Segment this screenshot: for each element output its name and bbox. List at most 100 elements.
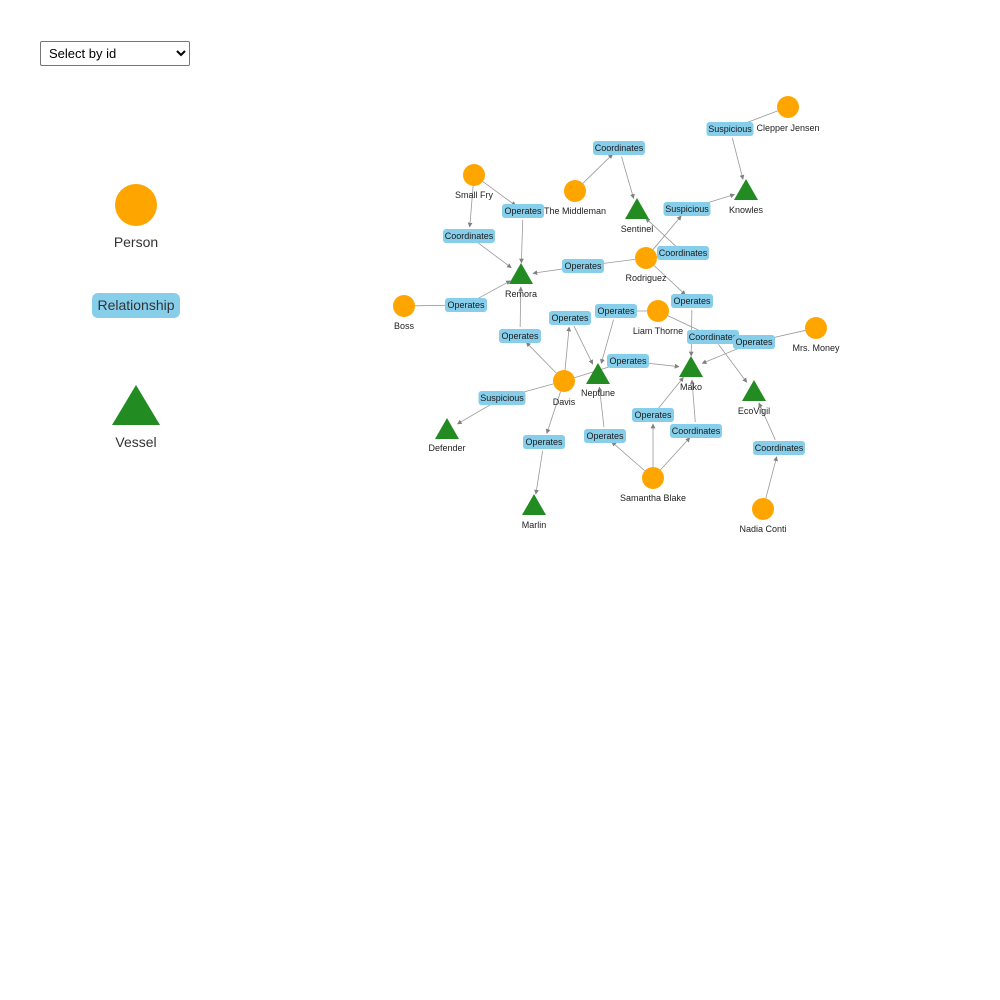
relationship-label: Operates [504, 206, 542, 216]
legend-person-icon [115, 184, 157, 226]
vessel-node-mako[interactable]: Mako [679, 356, 703, 392]
relationship-label: Operates [447, 300, 485, 310]
person-icon [553, 370, 575, 392]
relationship-label: Operates [634, 410, 672, 420]
relationship-node-coordinates[interactable]: Coordinates [443, 229, 495, 243]
relationship-node-operates[interactable]: Operates [562, 259, 604, 273]
relationship-label: Operates [673, 296, 711, 306]
node-label: The Middleman [544, 206, 606, 216]
edge-the-middleman-to-rel [582, 153, 613, 184]
relationship-label: Operates [525, 437, 563, 447]
person-icon [752, 498, 774, 520]
person-node-samantha-blake[interactable]: Samantha Blake [620, 467, 686, 503]
vessel-node-neptune[interactable]: Neptune [581, 363, 615, 398]
vessel-node-defender[interactable]: Defender [428, 418, 466, 453]
person-icon [805, 317, 827, 339]
edge-davis-to-rel [564, 326, 572, 371]
node-label: EcoVigil [738, 406, 770, 416]
node-label: Remora [505, 289, 537, 299]
node-label: Boss [394, 321, 415, 331]
relationship-node-suspicious[interactable]: Suspicious [663, 202, 711, 216]
node-label: Mrs. Money [792, 343, 840, 353]
relationship-node-operates[interactable]: Operates [523, 435, 565, 449]
edge-rel-to-sentinel [621, 156, 635, 199]
person-node-nadia-conti[interactable]: Nadia Conti [739, 498, 787, 534]
node-label: Liam Thorne [633, 326, 683, 336]
person-node-small-fry[interactable]: Small Fry [455, 164, 493, 200]
node-label: Samantha Blake [620, 493, 686, 503]
edge-rel-to-neptune [573, 325, 594, 365]
relationship-node-suspicious[interactable]: Suspicious [478, 391, 526, 405]
relationship-label: Suspicious [665, 204, 709, 214]
node-label: Knowles [729, 205, 764, 215]
relationship-node-operates[interactable]: Operates [595, 304, 637, 318]
vessel-node-knowles[interactable]: Knowles [729, 179, 764, 215]
relationship-node-operates[interactable]: Operates [584, 429, 626, 443]
relationship-node-operates[interactable]: Operates [502, 204, 544, 218]
edge-rel-to-defender [456, 402, 495, 425]
legend-relationship-label: Relationship [97, 297, 174, 313]
relationship-label: Coordinates [445, 231, 494, 241]
relationship-label: Operates [586, 431, 624, 441]
relationship-label: Operates [735, 337, 773, 347]
relationship-node-operates[interactable]: Operates [499, 329, 541, 343]
relationship-node-operates[interactable]: Operates [445, 298, 487, 312]
edge-davis-to-rel [525, 342, 557, 374]
person-icon [463, 164, 485, 186]
person-icon [635, 247, 657, 269]
relationship-node-operates[interactable]: Operates [632, 408, 674, 422]
vessel-node-marlin[interactable]: Marlin [522, 494, 547, 530]
edge-rel-to-remora [475, 241, 512, 269]
node-label: Sentinel [621, 224, 654, 234]
edge-samantha-blake-to-rel [611, 441, 645, 472]
person-node-mrs-money[interactable]: Mrs. Money [792, 317, 840, 353]
vessel-icon [679, 356, 703, 377]
vessel-node-ecovigil[interactable]: EcoVigil [738, 380, 770, 416]
relationship-label: Operates [501, 331, 539, 341]
vessel-icon [742, 380, 766, 401]
vessel-icon [734, 179, 758, 200]
relationship-node-coordinates[interactable]: Coordinates [657, 246, 709, 260]
node-label: Nadia Conti [739, 524, 786, 534]
person-icon [777, 96, 799, 118]
network-graph: Person Relationship Vessel Suspicious Coo… [92, 96, 840, 534]
vessel-icon [522, 494, 546, 515]
relationship-node-suspicious[interactable]: Suspicious [706, 122, 754, 136]
node-label: Small Fry [455, 190, 493, 200]
relationship-node-coordinates[interactable]: Coordinates [670, 424, 722, 438]
relationship-node-operates[interactable]: Operates [607, 354, 649, 368]
vessel-icon [509, 263, 533, 284]
relationship-label: Suspicious [708, 124, 752, 134]
legend-vessel-label: Vessel [115, 434, 156, 450]
edge-rel-to-marlin [534, 450, 544, 495]
vessel-icon [625, 198, 649, 219]
relationship-node-coordinates[interactable]: Coordinates [753, 441, 805, 455]
person-node-davis[interactable]: Davis [553, 370, 576, 407]
person-node-clepper-jensen[interactable]: Clepper Jensen [756, 96, 820, 133]
person-icon [564, 180, 586, 202]
node-label: Davis [553, 397, 576, 407]
relationship-label: Coordinates [672, 426, 721, 436]
relationship-label: Coordinates [689, 332, 738, 342]
relationship-label: Operates [564, 261, 602, 271]
relationship-node-operates[interactable]: Operates [671, 294, 713, 308]
node-label: Marlin [522, 520, 547, 530]
relationship-label: Coordinates [755, 443, 804, 453]
relationship-label: Operates [551, 313, 589, 323]
legend-vessel-icon [112, 385, 160, 425]
node-label: Defender [428, 443, 465, 453]
relationship-node-operates[interactable]: Operates [733, 335, 775, 349]
person-node-boss[interactable]: Boss [393, 295, 415, 331]
node-label: Neptune [581, 388, 615, 398]
relationship-node-coordinates[interactable]: Coordinates [687, 330, 739, 344]
relationship-label: Coordinates [595, 143, 644, 153]
vessel-node-sentinel[interactable]: Sentinel [621, 198, 654, 234]
edge-rel-to-ecovigil [718, 343, 748, 383]
legend-person-label: Person [114, 234, 158, 250]
relationship-node-operates[interactable]: Operates [549, 311, 591, 325]
relationship-node-coordinates[interactable]: Coordinates [593, 141, 645, 155]
person-icon [393, 295, 415, 317]
person-node-the-middleman[interactable]: The Middleman [544, 180, 606, 216]
edge-rodriguez-to-rel [652, 215, 682, 250]
relationship-label: Operates [597, 306, 635, 316]
